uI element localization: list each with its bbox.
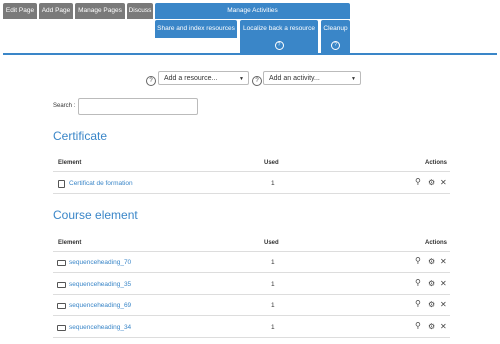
- element-link[interactable]: Certificat de formation: [69, 180, 133, 187]
- search-input[interactable]: [78, 98, 198, 115]
- used-count: 1: [271, 324, 275, 331]
- table-divider: [53, 337, 450, 338]
- close-icon[interactable]: ✕: [440, 300, 447, 309]
- gear-icon[interactable]: ⚙: [428, 322, 435, 331]
- add-activity-select[interactable]: Add an activity... ▼: [263, 71, 361, 85]
- tab-discuss[interactable]: Discuss: [127, 3, 153, 19]
- element-link[interactable]: sequenceheading_34: [69, 324, 131, 331]
- element-link[interactable]: sequenceheading_69: [69, 302, 131, 309]
- subtab-localize-back[interactable]: Localize back a resource ?: [240, 20, 318, 54]
- element-link[interactable]: sequenceheading_70: [69, 259, 131, 266]
- close-icon[interactable]: ✕: [440, 322, 447, 331]
- add-activity-label: Add an activity...: [269, 75, 320, 82]
- section-title-course-element: Course element: [53, 208, 138, 222]
- help-icon[interactable]: ?: [146, 76, 156, 86]
- column-header-element: Element: [58, 160, 82, 166]
- sub-tab-bar: Share and index resources Localize back …: [0, 20, 500, 54]
- heading-icon: [57, 303, 66, 309]
- tab-edit-page[interactable]: Edit Page: [3, 3, 37, 19]
- close-icon[interactable]: ✕: [440, 279, 447, 288]
- heading-icon: [57, 282, 66, 288]
- column-header-element: Element: [58, 240, 82, 246]
- tab-divider: [3, 53, 497, 55]
- table-divider: [53, 272, 450, 273]
- column-header-used: Used: [264, 160, 279, 166]
- tab-manage-activities[interactable]: Manage Activities: [155, 3, 350, 19]
- close-icon[interactable]: ✕: [440, 257, 447, 266]
- help-icon[interactable]: ?: [252, 76, 262, 86]
- table-divider: [53, 193, 450, 194]
- help-icon: ?: [331, 41, 340, 50]
- gear-icon[interactable]: ⚙: [428, 279, 435, 288]
- gear-icon[interactable]: ⚙: [428, 178, 435, 187]
- table-divider: [53, 251, 450, 252]
- column-header-actions: Actions: [425, 240, 448, 246]
- column-header-used: Used: [264, 240, 279, 246]
- subtab-share-index[interactable]: Share and index resources: [155, 20, 237, 38]
- close-icon[interactable]: ✕: [440, 178, 447, 187]
- used-count: 1: [271, 259, 275, 266]
- add-resource-select[interactable]: Add a resource... ▼: [158, 71, 249, 85]
- gear-icon[interactable]: ⚙: [428, 257, 435, 266]
- search-icon[interactable]: ⚲: [415, 177, 421, 186]
- search-label: Search :: [53, 103, 76, 109]
- table-divider: [53, 315, 450, 316]
- subtab-cleanup[interactable]: Cleanup ?: [321, 20, 350, 54]
- help-icon: ?: [274, 41, 284, 50]
- tab-manage-pages[interactable]: Manage Pages: [75, 3, 125, 19]
- table-divider: [53, 171, 450, 172]
- gear-icon[interactable]: ⚙: [428, 300, 435, 309]
- tab-add-page[interactable]: Add Page: [39, 3, 73, 19]
- search-icon[interactable]: ⚲: [415, 321, 421, 330]
- add-resource-label: Add a resource...: [164, 75, 218, 82]
- used-count: 1: [271, 180, 275, 187]
- chevron-down-icon: ▼: [351, 76, 356, 82]
- section-title-certificate: Certificate: [53, 129, 108, 143]
- search-icon[interactable]: ⚲: [415, 278, 421, 287]
- heading-icon: [57, 325, 66, 331]
- heading-icon: [57, 260, 66, 266]
- used-count: 1: [271, 281, 275, 288]
- search-icon[interactable]: ⚲: [415, 299, 421, 308]
- table-divider: [53, 294, 450, 295]
- certificate-icon: [58, 180, 65, 188]
- search-icon[interactable]: ⚲: [415, 256, 421, 265]
- used-count: 1: [271, 302, 275, 309]
- chevron-down-icon: ▼: [239, 76, 244, 82]
- element-link[interactable]: sequenceheading_35: [69, 281, 131, 288]
- column-header-actions: Actions: [425, 160, 448, 166]
